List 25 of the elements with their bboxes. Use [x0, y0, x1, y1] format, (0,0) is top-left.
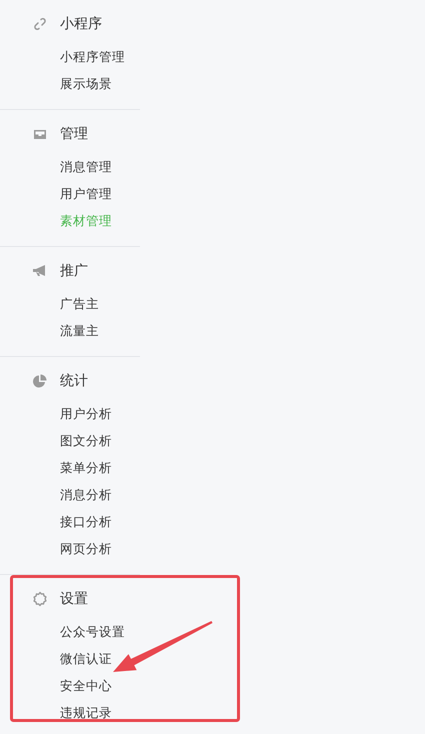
section-title: 管理	[60, 125, 88, 144]
menu-item[interactable]: 用户分析	[0, 400, 140, 427]
section-title: 小程序	[60, 15, 102, 34]
menu-item[interactable]: 用户管理	[0, 180, 140, 207]
menu-item[interactable]: 小程序管理	[0, 43, 140, 70]
menu-item[interactable]: 公众号设置	[0, 618, 140, 645]
section-title: 推广	[60, 262, 88, 281]
menu-item[interactable]: 广告主	[0, 290, 140, 317]
menu-item[interactable]: 消息分析	[0, 481, 140, 508]
menu-item[interactable]: 违规记录	[0, 699, 140, 726]
megaphone-icon	[32, 263, 48, 279]
menu-item[interactable]: 菜单分析	[0, 454, 140, 481]
menu-item[interactable]: 流量主	[0, 317, 140, 344]
menu-item[interactable]: 图文分析	[0, 427, 140, 454]
section-title: 设置	[60, 590, 88, 609]
menu-item[interactable]: 消息管理	[0, 153, 140, 180]
menu-item[interactable]: 网页分析	[0, 535, 140, 562]
section-title: 统计	[60, 372, 88, 391]
menu-item[interactable]: 接口分析	[0, 508, 140, 535]
link-icon	[32, 16, 48, 32]
pie-chart-icon	[32, 373, 48, 389]
gear-icon	[32, 591, 48, 607]
menu-item[interactable]: 微信认证	[0, 645, 140, 672]
menu-item[interactable]: 展示场景	[0, 70, 140, 97]
menu-item[interactable]: 安全中心	[0, 672, 140, 699]
